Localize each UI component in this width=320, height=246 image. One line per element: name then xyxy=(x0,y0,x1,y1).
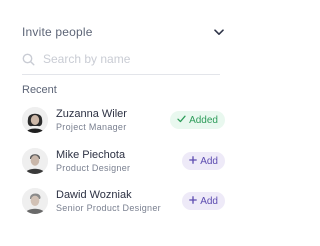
invite-header[interactable]: Invite people xyxy=(22,24,225,40)
added-label: Added xyxy=(189,114,218,126)
recent-section-label: Recent xyxy=(22,84,57,96)
avatar xyxy=(22,107,48,133)
person-name: Mike Piechota xyxy=(56,149,126,161)
add-label: Add xyxy=(200,195,218,207)
plus-icon xyxy=(189,195,198,207)
search-input[interactable] xyxy=(43,52,213,66)
search-icon xyxy=(22,53,35,66)
invite-people-panel: Invite people Recent Zuzanna xyxy=(0,0,245,246)
panel-title: Invite people xyxy=(22,25,93,39)
avatar xyxy=(22,188,48,214)
add-button[interactable]: Add xyxy=(182,152,225,170)
person-name: Dawid Wozniak xyxy=(56,189,132,201)
person-name: Zuzanna Wiler xyxy=(56,108,127,120)
check-icon xyxy=(177,115,186,126)
person-role: Project Manager xyxy=(56,122,127,132)
person-role: Product Designer xyxy=(56,163,131,173)
chevron-down-icon[interactable] xyxy=(213,26,225,38)
list-item: Zuzanna Wiler Project Manager Added xyxy=(22,104,225,136)
list-item: Mike Piechota Product Designer Add xyxy=(22,145,225,177)
avatar xyxy=(22,148,48,174)
person-role: Senior Product Designer xyxy=(56,203,161,213)
list-item: Dawid Wozniak Senior Product Designer Ad… xyxy=(22,185,225,217)
plus-icon xyxy=(189,155,198,167)
add-button[interactable]: Add xyxy=(182,192,225,210)
add-label: Add xyxy=(200,155,218,167)
added-button[interactable]: Added xyxy=(170,111,225,129)
search-bar xyxy=(22,48,220,75)
